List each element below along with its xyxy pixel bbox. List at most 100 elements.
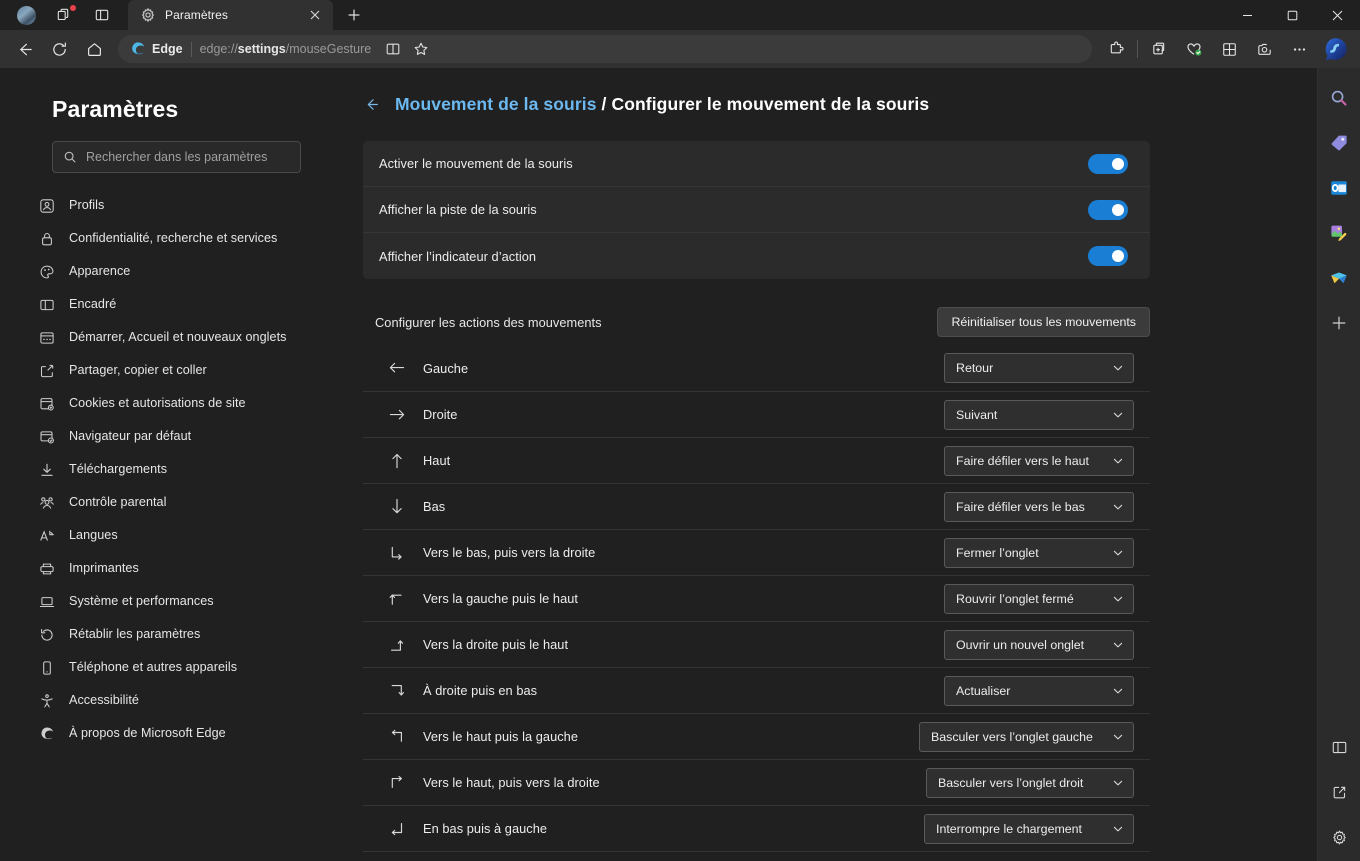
gesture-action-select[interactable]: Faire défiler vers le haut — [944, 445, 1134, 476]
back-button[interactable] — [7, 34, 41, 64]
gesture-action-select[interactable]: Retour — [944, 353, 1134, 383]
image-creator-icon — [1331, 225, 1347, 241]
gestures-section-title: Configurer les actions des mouvements — [375, 314, 602, 330]
gesture-name: Vers la droite puis le haut — [423, 637, 569, 652]
gesture-name: Vers la gauche puis le haut — [423, 591, 579, 606]
sidebar-item-accessibility[interactable]: Accessibilité — [24, 684, 313, 717]
maximize-button[interactable] — [1270, 0, 1315, 30]
arrow-down-icon — [385, 498, 409, 516]
gesture-action-select[interactable]: Suivant — [944, 399, 1134, 430]
collections-button[interactable] — [1142, 34, 1176, 64]
tab-title: Paramètres — [165, 8, 229, 22]
sidebar-item-system-performance[interactable]: Système et performances — [24, 585, 313, 618]
sidebar-item-about-edge[interactable]: À propos de Microsoft Edge — [24, 717, 313, 750]
url-bar[interactable]: Edge edge://settings/mouseGesture — [118, 35, 1092, 63]
puzzle-icon — [1110, 41, 1123, 53]
sidebar-item-appearance[interactable]: Apparence — [24, 255, 313, 288]
workspaces-button[interactable] — [46, 1, 82, 29]
sidebar-item-languages[interactable]: Langues — [24, 519, 313, 552]
gesture-row-down-then-right: Vers le bas, puis vers la droite Fermer … — [363, 529, 1150, 575]
tab-close-button[interactable] — [305, 5, 325, 25]
minimize-button[interactable] — [1225, 0, 1270, 30]
breadcrumb-parent-link[interactable]: Mouvement de la souris — [395, 94, 597, 114]
gesture-action-select[interactable]: Rouvrir l’onglet fermé — [944, 583, 1134, 614]
sidebar-item-label: Cookies et autorisations de site — [69, 396, 246, 410]
printer-icon — [38, 560, 55, 577]
url-text: edge://settings/mouseGesture — [199, 42, 372, 56]
arrow-right-up-icon — [385, 636, 409, 654]
sidebar-item-printers[interactable]: Imprimantes — [24, 552, 313, 585]
rail-add-button[interactable] — [1323, 307, 1355, 339]
sidebar-item-downloads[interactable]: Téléchargements — [24, 453, 313, 486]
arrow-left-icon — [367, 99, 378, 110]
close-window-button[interactable] — [1315, 0, 1360, 30]
window-start-icon — [38, 329, 55, 346]
gesture-name: Vers le haut, puis vers la droite — [423, 775, 600, 790]
new-tab-button[interactable] — [339, 1, 369, 29]
refresh-button[interactable] — [42, 34, 76, 64]
rail-image-creator-button[interactable] — [1323, 217, 1355, 249]
reset-all-gestures-button[interactable]: Réinitialiser tous les mouvements — [937, 307, 1150, 337]
screenshot-button[interactable] — [1247, 34, 1281, 64]
gesture-row-right: Droite Suivant — [363, 391, 1150, 437]
arrow-down-right-icon — [385, 544, 409, 562]
plus-icon — [348, 9, 360, 20]
chevron-down-icon — [1113, 780, 1123, 785]
breadcrumb-back-button[interactable] — [363, 96, 381, 114]
tab-actions-button[interactable] — [84, 1, 120, 29]
copilot-button[interactable] — [1319, 33, 1351, 65]
gesture-row-left: Gauche Retour — [363, 345, 1150, 391]
toggle-row-enable-mouse-gesture[interactable]: Activer le mouvement de la souris — [363, 141, 1150, 187]
sidebar-item-cookies-permissions[interactable]: Cookies et autorisations de site — [24, 387, 313, 420]
omnibox-actions — [379, 37, 435, 61]
sidebar-item-privacy[interactable]: Confidentialité, recherche et services — [24, 222, 313, 255]
enable-mouse-gesture-switch[interactable] — [1088, 153, 1128, 174]
rail-open-external-button[interactable] — [1323, 776, 1355, 808]
chevron-down-icon — [1113, 596, 1123, 601]
favorite-button[interactable] — [407, 37, 435, 61]
toggle-row-show-action-indicator[interactable]: Afficher l’indicateur d’action — [363, 233, 1150, 279]
sidebar-item-profiles[interactable]: Profils — [24, 189, 313, 222]
sidebar-item-start-home-newtabs[interactable]: Démarrer, Accueil et nouveaux onglets — [24, 321, 313, 354]
more-button[interactable] — [1282, 34, 1316, 64]
gesture-action-select[interactable]: Ouvrir un nouvel onglet — [944, 629, 1134, 660]
toggle-label: Afficher l’indicateur d’action — [379, 248, 537, 264]
sidebar-item-family-safety[interactable]: Contrôle parental — [24, 486, 313, 519]
gesture-action-select[interactable]: Interrompre le chargement — [924, 813, 1134, 844]
avatar[interactable] — [8, 1, 44, 29]
sidebar-panel-icon — [38, 296, 55, 313]
rail-shopping-button[interactable] — [1323, 127, 1355, 159]
app-grid-icon — [1222, 42, 1236, 56]
rail-settings-button[interactable] — [1323, 821, 1355, 853]
sidebar-item-sidebar-panel[interactable]: Encadré — [24, 288, 313, 321]
search-box[interactable] — [52, 141, 301, 173]
browser-essentials-button[interactable] — [1177, 34, 1211, 64]
browser-tab[interactable]: Paramètres — [128, 0, 333, 30]
sidebar-item-default-browser[interactable]: Navigateur par défaut — [24, 420, 313, 453]
toggle-row-show-mouse-trail[interactable]: Afficher la piste de la souris — [363, 187, 1150, 233]
rail-split-pane-button[interactable] — [1323, 731, 1355, 763]
gesture-row-right-then-up: Vers la droite puis le haut Ouvrir un no… — [363, 621, 1150, 667]
sidebar-item-share-copy-paste[interactable]: Partager, copier et coller — [24, 354, 313, 387]
rail-dropbox-button[interactable] — [1323, 262, 1355, 294]
gesture-action-select[interactable]: Faire défiler vers le bas — [944, 491, 1134, 522]
sidebar-item-label: Langues — [69, 528, 118, 542]
show-action-indicator-switch[interactable] — [1088, 246, 1128, 266]
apps-button[interactable] — [1212, 34, 1246, 64]
gesture-action-select[interactable]: Fermer l’onglet — [944, 537, 1134, 568]
split-screen-button[interactable] — [379, 37, 407, 61]
search-input[interactable] — [86, 150, 290, 164]
sidebar-item-phone-devices[interactable]: Téléphone et autres appareils — [24, 651, 313, 684]
rail-outlook-button[interactable] — [1323, 172, 1355, 204]
show-mouse-trail-switch[interactable] — [1088, 199, 1128, 220]
gesture-action-select[interactable]: Actualiser — [944, 675, 1134, 706]
extensions-button[interactable] — [1099, 34, 1133, 64]
gesture-action-select[interactable]: Basculer vers l’onglet droit — [926, 767, 1134, 798]
gesture-action-select[interactable]: Basculer vers l’onglet gauche — [919, 721, 1134, 752]
chevron-down-icon — [1113, 458, 1123, 463]
home-button[interactable] — [77, 34, 111, 64]
rail-search-button[interactable] — [1323, 82, 1355, 114]
star-icon — [414, 42, 428, 55]
settings-content: Mouvement de la souris / Configurer le m… — [325, 68, 1360, 861]
sidebar-item-reset-settings[interactable]: Rétablir les paramètres — [24, 618, 313, 651]
